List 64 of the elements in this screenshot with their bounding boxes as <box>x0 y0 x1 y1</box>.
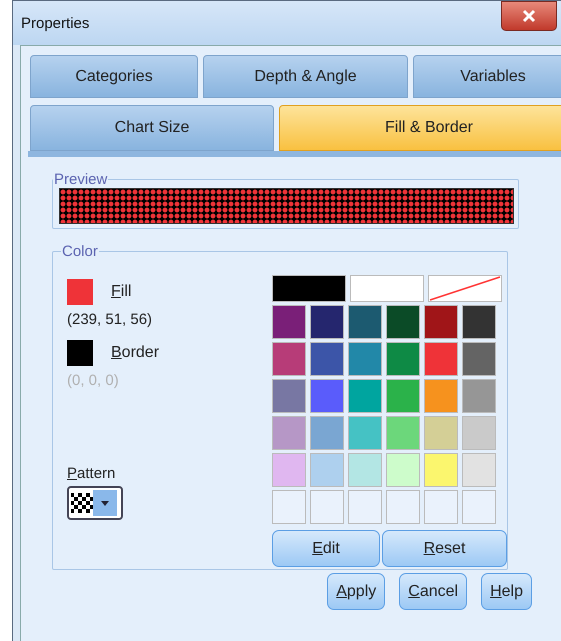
pattern-dropdown[interactable] <box>67 486 123 520</box>
color-swatch[interactable] <box>386 305 420 339</box>
tab[interactable]: Variables <box>413 55 561 98</box>
target-label[interactable]: Fill <box>111 283 132 301</box>
color-swatch[interactable] <box>424 416 458 450</box>
no-color-swatch[interactable] <box>428 275 502 302</box>
color-swatch[interactable] <box>348 453 382 487</box>
color-swatch[interactable] <box>272 379 306 413</box>
color-swatch[interactable] <box>272 275 346 302</box>
empty-swatch[interactable] <box>348 490 382 524</box>
empty-swatch[interactable] <box>272 490 306 524</box>
color-swatch[interactable] <box>424 342 458 376</box>
color-swatch[interactable] <box>348 416 382 450</box>
caret-icon <box>100 498 110 508</box>
color-swatch[interactable] <box>310 305 344 339</box>
window-title: Properties <box>21 14 90 32</box>
group-title: Color <box>61 243 99 260</box>
tab[interactable]: Fill & Border <box>279 105 561 151</box>
target-label[interactable]: Border <box>111 344 160 362</box>
color-swatch[interactable] <box>348 342 382 376</box>
rgb-value: (0, 0, 0) <box>67 372 120 389</box>
color-swatch[interactable] <box>386 416 420 450</box>
empty-swatch[interactable] <box>386 490 420 524</box>
color-swatch[interactable] <box>462 379 496 413</box>
color-swatch[interactable] <box>67 279 93 305</box>
color-swatch[interactable] <box>272 305 306 339</box>
close-icon <box>521 9 537 23</box>
tab[interactable]: Depth & Angle <box>203 55 408 98</box>
tab[interactable]: Categories <box>30 55 198 98</box>
tab[interactable]: Chart Size <box>30 105 274 151</box>
checker-pattern-icon <box>71 493 93 513</box>
palette-button[interactable]: Reset <box>382 530 507 567</box>
color-swatch[interactable] <box>462 453 496 487</box>
color-swatch[interactable] <box>462 342 496 376</box>
color-swatch[interactable] <box>310 342 344 376</box>
color-swatch[interactable] <box>386 342 420 376</box>
group-title: Preview <box>53 171 108 188</box>
color-swatch[interactable] <box>67 340 93 366</box>
color-swatch[interactable] <box>386 379 420 413</box>
color-swatch[interactable] <box>386 453 420 487</box>
rgb-value: (239, 51, 56) <box>67 311 154 328</box>
palette-button[interactable]: Edit <box>272 530 380 567</box>
color-swatch[interactable] <box>272 342 306 376</box>
close-button[interactable] <box>501 1 557 31</box>
color-swatch[interactable] <box>424 305 458 339</box>
color-swatch[interactable] <box>272 453 306 487</box>
pattern-label: Pattern <box>67 465 116 482</box>
dialog-button[interactable]: Help <box>481 573 532 610</box>
color-swatch[interactable] <box>462 305 496 339</box>
color-swatch[interactable] <box>424 379 458 413</box>
color-swatch[interactable] <box>310 379 344 413</box>
color-swatch[interactable] <box>310 416 344 450</box>
dialog-button[interactable]: Cancel <box>399 573 468 610</box>
color-swatch[interactable] <box>272 416 306 450</box>
color-swatch[interactable] <box>310 453 344 487</box>
dialog-button[interactable]: Apply <box>327 573 386 610</box>
color-swatch[interactable] <box>348 305 382 339</box>
color-swatch[interactable] <box>462 416 496 450</box>
color-swatch[interactable] <box>350 275 424 302</box>
empty-swatch[interactable] <box>462 490 496 524</box>
color-swatch[interactable] <box>424 453 458 487</box>
empty-swatch[interactable] <box>424 490 458 524</box>
empty-swatch[interactable] <box>310 490 344 524</box>
color-swatch[interactable] <box>348 379 382 413</box>
